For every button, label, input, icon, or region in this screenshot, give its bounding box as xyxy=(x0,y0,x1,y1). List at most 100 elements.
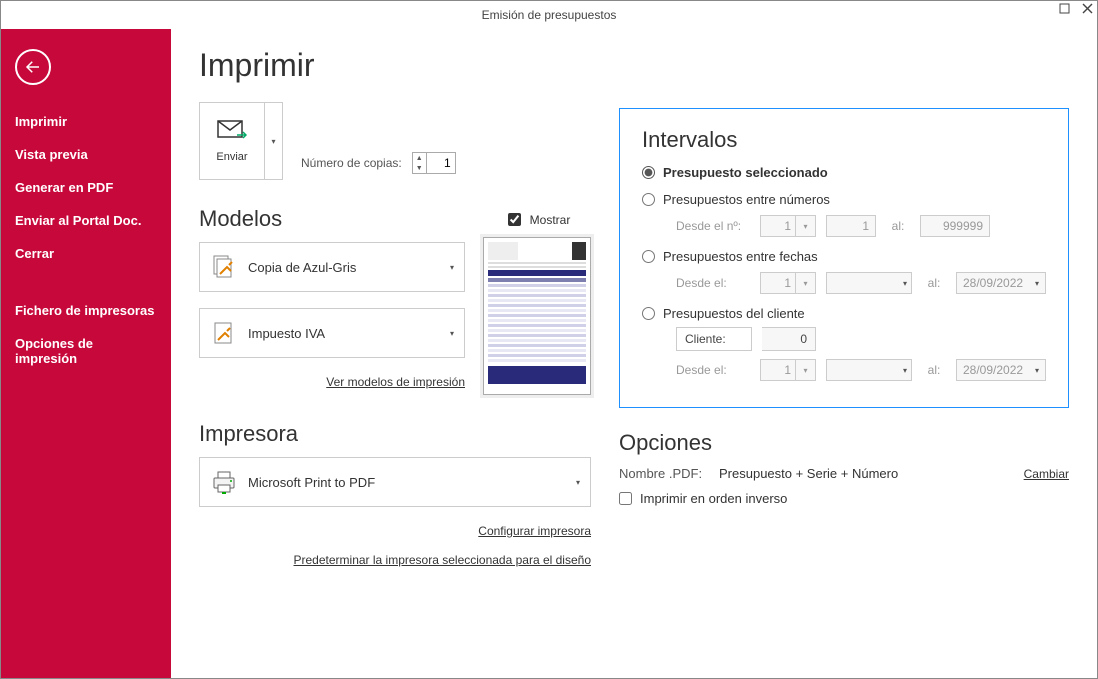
radio-r3[interactable] xyxy=(642,250,655,263)
chevron-down-icon: ▾ xyxy=(450,329,454,338)
r2-desde-label: Desde el nº: xyxy=(676,219,750,233)
sidebar-item-cerrar[interactable]: Cerrar xyxy=(1,237,171,270)
modelos-title: Modelos xyxy=(199,206,465,232)
mostrar-label: Mostrar xyxy=(530,213,571,227)
pdf-name-row: Nombre .PDF: Presupuesto + Serie + Númer… xyxy=(619,466,1069,481)
window-controls xyxy=(1059,3,1093,14)
ver-modelos-link[interactable]: Ver modelos de impresión xyxy=(326,375,465,389)
sidebar: Imprimir Vista previa Generar en PDF Env… xyxy=(1,29,171,678)
model-2-label: Impuesto IVA xyxy=(248,326,450,341)
sidebar-item-enviar-portal[interactable]: Enviar al Portal Doc. xyxy=(1,204,171,237)
right-column: Intervalos Presupuesto seleccionado Pres… xyxy=(619,102,1069,581)
sidebar-item-imprimir[interactable]: Imprimir xyxy=(1,105,171,138)
preview-thumbnail[interactable] xyxy=(483,237,591,395)
radio-del-cliente[interactable]: Presupuestos del cliente xyxy=(642,306,1046,321)
r3-al-label: al: xyxy=(922,276,946,290)
send-button-label: Enviar xyxy=(216,151,247,163)
sidebar-item-fichero-impresoras[interactable]: Fichero de impresoras xyxy=(1,294,171,327)
printer-label: Microsoft Print to PDF xyxy=(248,475,576,490)
pdf-name-value: Presupuesto + Serie + Número xyxy=(719,466,898,481)
envelope-icon xyxy=(217,120,247,145)
r3-fields: Desde el: 1 ▾ ▾ al: 28/09/2022▾ xyxy=(676,272,1046,294)
close-icon[interactable] xyxy=(1082,3,1093,14)
send-row: Enviar ▾ Número de copias: ▲ ▼ xyxy=(199,102,591,180)
impresora-title: Impresora xyxy=(199,421,591,447)
left-column: Enviar ▾ Número de copias: ▲ ▼ xyxy=(199,102,591,581)
r4-label: Presupuestos del cliente xyxy=(663,306,805,321)
sidebar-item-vista-previa[interactable]: Vista previa xyxy=(1,138,171,171)
document-icon xyxy=(210,253,238,281)
intervalos-title: Intervalos xyxy=(642,127,1046,153)
spinner-down-icon[interactable]: ▼ xyxy=(413,163,426,173)
r4-cliente-row: Cliente: 0 xyxy=(676,327,1046,351)
r3-label: Presupuestos entre fechas xyxy=(663,249,818,264)
r4-blank-dd[interactable]: ▾ xyxy=(826,359,912,381)
copies: Número de copias: ▲ ▼ xyxy=(301,152,456,180)
model-row-2[interactable]: Impuesto IVA ▾ xyxy=(199,308,465,358)
r2-num2[interactable]: 1 xyxy=(826,215,876,237)
back-button[interactable] xyxy=(15,49,51,85)
spinner-arrows: ▲ ▼ xyxy=(413,153,427,173)
copies-spinner[interactable]: ▲ ▼ xyxy=(412,152,456,174)
r4-fields: Desde el: 1 ▾ ▾ al: 28/09/2022▾ xyxy=(676,359,1046,381)
r2-label: Presupuestos entre números xyxy=(663,192,830,207)
r2-al-label: al: xyxy=(886,219,910,233)
printer-icon xyxy=(210,468,238,496)
orden-inverso-label: Imprimir en orden inverso xyxy=(640,491,787,506)
radio-presupuesto-seleccionado[interactable]: Presupuesto seleccionado xyxy=(642,165,1046,180)
r2-fields: Desde el nº: 1 ▾ 1 al: 999999 xyxy=(676,215,1046,237)
sidebar-item-opciones-impresion[interactable]: Opciones de impresión xyxy=(1,327,171,375)
radio-r2[interactable] xyxy=(642,193,655,206)
r3-blank-dd[interactable]: ▾ xyxy=(826,272,912,294)
main: Imprimir Enviar ▾ xyxy=(171,29,1097,678)
r4-al-label: al: xyxy=(922,363,946,377)
page-title: Imprimir xyxy=(199,47,1069,84)
preview-column: Mostrar xyxy=(483,206,591,395)
intervalos-panel: Intervalos Presupuesto seleccionado Pres… xyxy=(619,108,1069,408)
r3-num1[interactable]: 1 xyxy=(760,272,796,294)
window-title: Emisión de presupuestos xyxy=(482,8,617,22)
radio-entre-numeros[interactable]: Presupuestos entre números xyxy=(642,192,1046,207)
mostrar-checkbox[interactable] xyxy=(508,213,521,226)
cliente-value[interactable]: 0 xyxy=(762,327,816,351)
window: Emisión de presupuestos Imprimir Vista p… xyxy=(0,0,1098,679)
send-button: Enviar ▾ xyxy=(199,102,283,180)
sidebar-separator xyxy=(1,270,171,294)
cambiar-link[interactable]: Cambiar xyxy=(1024,467,1069,481)
pdf-name-label: Nombre .PDF: xyxy=(619,466,709,481)
cliente-label-box[interactable]: Cliente: xyxy=(676,327,752,351)
opciones-title: Opciones xyxy=(619,430,1069,456)
send-button-main[interactable]: Enviar xyxy=(200,103,264,179)
r3-desde-label: Desde el: xyxy=(676,276,750,290)
spinner-up-icon[interactable]: ▲ xyxy=(413,153,426,163)
r2-num1[interactable]: 1 xyxy=(760,215,796,237)
r2-num1-dd[interactable]: ▾ xyxy=(796,215,816,237)
r2-num3[interactable]: 999999 xyxy=(920,215,990,237)
radio-r4[interactable] xyxy=(642,307,655,320)
sidebar-item-generar-pdf[interactable]: Generar en PDF xyxy=(1,171,171,204)
predeterminar-link[interactable]: Predeterminar la impresora seleccionada … xyxy=(294,553,592,567)
configurar-impresora-link[interactable]: Configurar impresora xyxy=(478,524,591,538)
r4-desde-label: Desde el: xyxy=(676,363,750,377)
r4-num1-dd[interactable]: ▾ xyxy=(796,359,816,381)
r1-label: Presupuesto seleccionado xyxy=(663,165,828,180)
titlebar: Emisión de presupuestos xyxy=(1,1,1097,29)
model-row-1[interactable]: Copia de Azul-Gris ▾ xyxy=(199,242,465,292)
r4-date[interactable]: 28/09/2022▾ xyxy=(956,359,1046,381)
copies-input[interactable] xyxy=(427,153,455,173)
chevron-down-icon: ▾ xyxy=(450,263,454,272)
orden-inverso-checkbox[interactable] xyxy=(619,492,632,505)
orden-inverso-row[interactable]: Imprimir en orden inverso xyxy=(619,491,1069,506)
r3-num1-dd[interactable]: ▾ xyxy=(796,272,816,294)
copies-label: Número de copias: xyxy=(301,156,402,170)
radio-r1[interactable] xyxy=(642,166,655,179)
mostrar-checkbox-row[interactable]: Mostrar xyxy=(504,210,571,229)
model-1-label: Copia de Azul-Gris xyxy=(248,260,450,275)
printer-row[interactable]: Microsoft Print to PDF ▾ xyxy=(199,457,591,507)
opciones-section: Opciones Nombre .PDF: Presupuesto + Seri… xyxy=(619,430,1069,506)
r4-num1[interactable]: 1 xyxy=(760,359,796,381)
r3-date[interactable]: 28/09/2022▾ xyxy=(956,272,1046,294)
send-button-dropdown[interactable]: ▾ xyxy=(264,103,282,179)
radio-entre-fechas[interactable]: Presupuestos entre fechas xyxy=(642,249,1046,264)
maximize-icon[interactable] xyxy=(1059,3,1070,14)
